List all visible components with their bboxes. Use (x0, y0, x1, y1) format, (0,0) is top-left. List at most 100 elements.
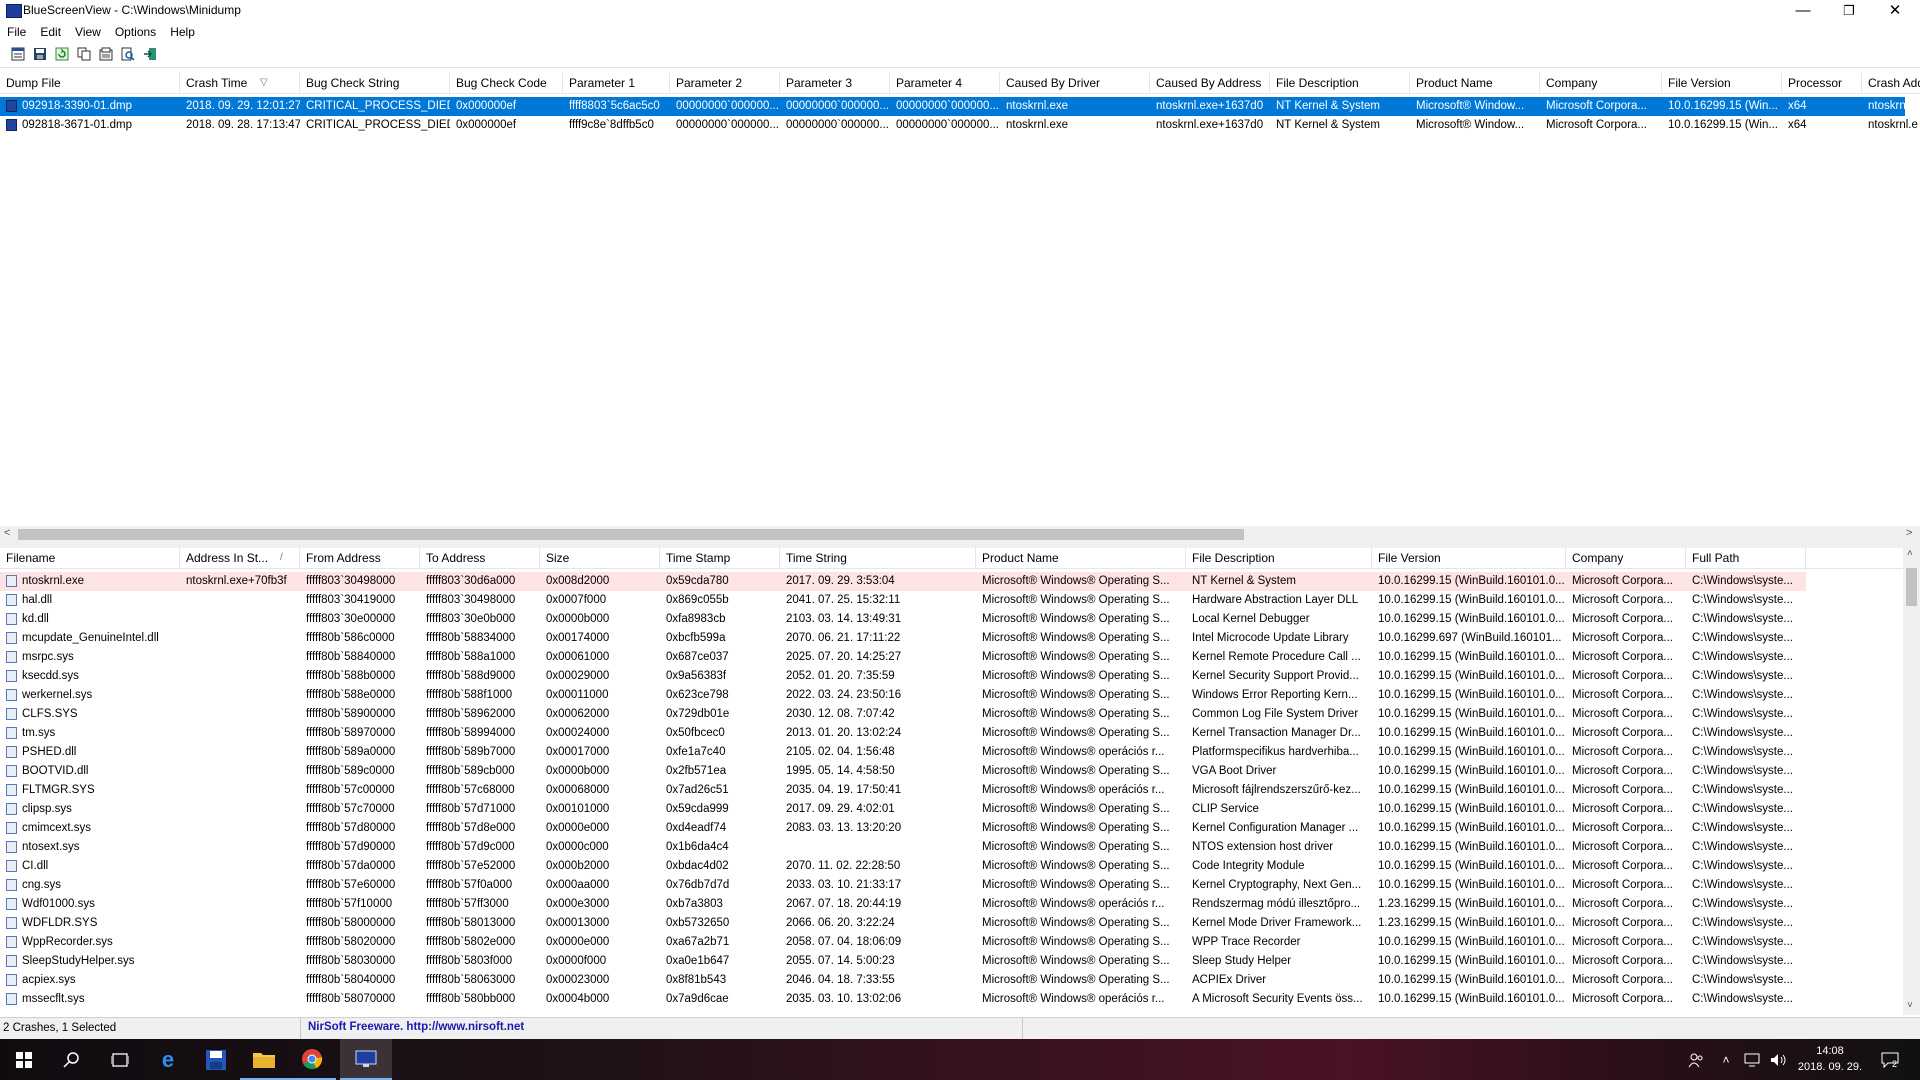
search-icon[interactable] (48, 1039, 96, 1080)
toolbar (0, 43, 1920, 68)
driver-row[interactable]: SleepStudyHelper.sys fffff80b`58030000 fff… (0, 952, 1903, 971)
col-crash-address[interactable]: Crash Add (1862, 73, 1920, 93)
product-name: Microsoft® Windows® Operating S... (982, 727, 1170, 739)
col-from-address[interactable]: From Address (300, 548, 420, 568)
col-dump-file[interactable]: Dump File (0, 73, 180, 93)
col-bug-check-code[interactable]: Bug Check Code (450, 73, 563, 93)
bug-check-code: 0x000000ef (456, 119, 517, 131)
col-product-name[interactable]: Product Name (1410, 73, 1540, 93)
menu-view[interactable]: View (68, 22, 108, 42)
col-parameter-1[interactable]: Parameter 1 (563, 73, 670, 93)
dump-row-selected[interactable]: 092918-3390-01.dmp 2018. 09. 29. 12:01:2… (0, 97, 1918, 116)
driver-row[interactable]: acpiex.sys fffff80b`58040000 fffff80b`5806… (0, 971, 1903, 990)
file-explorer-icon[interactable] (240, 1039, 288, 1080)
driver-row[interactable]: FLTMGR.SYS fffff80b`57c00000 fffff80b`57c6… (0, 781, 1903, 800)
driver-row[interactable]: PSHED.dll fffff80b`589a0000 fffff80b`589b7… (0, 743, 1903, 762)
driver-row[interactable]: werkernel.sys fffff80b`588e0000 fffff80b`5… (0, 686, 1903, 705)
col-file-version[interactable]: File Version (1372, 548, 1566, 568)
col-product-name[interactable]: Product Name (976, 548, 1186, 568)
driver-row[interactable]: WDFLDR.SYS fffff80b`58000000 fffff80b`5801… (0, 914, 1903, 933)
col-parameter-2[interactable]: Parameter 2 (670, 73, 780, 93)
file-description: Sleep Study Helper (1192, 955, 1292, 967)
driver-row[interactable]: ntosext.sys fffff80b`57d90000 fffff80b`57d… (0, 838, 1903, 857)
driver-row[interactable]: cng.sys fffff80b`57e60000 fffff80b`57f0a00… (0, 876, 1903, 895)
col-bug-check-string[interactable]: Bug Check String (300, 73, 450, 93)
col-caused-by-driver[interactable]: Caused By Driver (1000, 73, 1150, 93)
driver-row[interactable]: mcupdate_GenuineIntel.dll fffff80b`586c00… (0, 629, 1903, 648)
to-address: fffff80b`588f1000 (426, 689, 513, 701)
action-center-icon[interactable]: 2 (1870, 1039, 1910, 1080)
col-address-in-stack[interactable]: Address In St... / (180, 548, 300, 568)
driver-row[interactable]: WppRecorder.sys fffff80b`58020000 fffff80b… (0, 933, 1903, 952)
refresh-icon[interactable] (55, 47, 69, 61)
html-report-icon[interactable] (99, 47, 113, 61)
find-icon[interactable] (121, 47, 135, 61)
col-to-address[interactable]: To Address (420, 548, 540, 568)
horizontal-scroll-thumb[interactable] (18, 529, 1244, 540)
bluescreenview-icon[interactable] (340, 1039, 392, 1080)
driver-row[interactable]: CLFS.SYS fffff80b`58900000 fffff80b`589620… (0, 705, 1903, 724)
scroll-left-icon[interactable]: < (4, 527, 10, 539)
vertical-scrollbar[interactable]: ˄ ˅ (1903, 548, 1920, 1015)
col-full-path[interactable]: Full Path (1686, 548, 1806, 568)
time-stamp: 0xb5732650 (666, 917, 730, 929)
vertical-scroll-thumb[interactable] (1906, 568, 1917, 606)
people-icon[interactable] (1680, 1039, 1712, 1080)
col-filename[interactable]: Filename (0, 548, 180, 568)
col-parameter-3[interactable]: Parameter 3 (780, 73, 890, 93)
copy-icon[interactable] (77, 47, 91, 61)
minimize-button[interactable]: — (1780, 0, 1826, 22)
menu-options[interactable]: Options (108, 22, 163, 42)
scroll-up-icon[interactable]: ˄ (1907, 548, 1913, 559)
properties-icon[interactable] (11, 47, 25, 61)
col-time-string[interactable]: Time String (780, 548, 976, 568)
exit-icon[interactable] (143, 47, 157, 61)
driver-row[interactable]: clipsp.sys fffff80b`57c70000 fffff80b`57d7… (0, 800, 1903, 819)
col-company[interactable]: Company (1566, 548, 1686, 568)
start-icon[interactable] (0, 1039, 48, 1080)
scroll-down-icon[interactable]: ˅ (1907, 1000, 1913, 1011)
crash-time: 2018. 09. 29. 12:01:27 (186, 100, 300, 112)
col-time-stamp[interactable]: Time Stamp (660, 548, 780, 568)
menu-file[interactable]: File (0, 22, 33, 42)
driver-row[interactable]: hal.dll fffff803`30419000 fffff803`3049800… (0, 591, 1903, 610)
edge-icon[interactable]: e (144, 1039, 192, 1080)
driver-row[interactable]: ntoskrnl.exe ntoskrnl.exe+70fb3f fffff803`… (0, 572, 1806, 591)
close-button[interactable]: ✕ (1872, 0, 1918, 22)
col-crash-time[interactable]: Crash Time ▽ (180, 73, 300, 93)
col-company[interactable]: Company (1540, 73, 1662, 93)
col-parameter-4[interactable]: Parameter 4 (890, 73, 1000, 93)
driver-row[interactable]: tm.sys fffff80b`58970000 fffff80b`58994000… (0, 724, 1903, 743)
driver-row[interactable]: BOOTVID.dll fffff80b`589c0000 fffff80b`589… (0, 762, 1903, 781)
volume-icon[interactable] (1766, 1039, 1790, 1080)
clock[interactable]: 14:08 2018. 09. 29. (1794, 1043, 1866, 1075)
menu-edit[interactable]: Edit (33, 22, 68, 42)
maximize-button[interactable]: ❐ (1826, 0, 1872, 22)
col-file-description[interactable]: File Description (1186, 548, 1372, 568)
size: 0x000e3000 (546, 898, 610, 910)
driver-row[interactable]: kd.dll fffff803`30e00000 fffff803`30e0b000… (0, 610, 1903, 629)
nirsoft-link[interactable]: NirSoft Freeware. http://www.nirsoft.net (308, 1021, 524, 1033)
dump-row[interactable]: 092818-3671-01.dmp 2018. 09. 28. 17:13:4… (0, 116, 1918, 135)
save-icon[interactable] (33, 47, 47, 61)
task-view-icon[interactable] (96, 1039, 144, 1080)
driver-row[interactable]: mssecflt.sys fffff80b`58070000 fffff80b`58… (0, 990, 1903, 1009)
col-file-version[interactable]: File Version (1662, 73, 1782, 93)
chrome-icon[interactable] (288, 1039, 336, 1080)
col-size[interactable]: Size (540, 548, 660, 568)
driver-row[interactable]: CI.dll fffff80b`57da0000 fffff80b`57e52000… (0, 857, 1903, 876)
driver-row[interactable]: msrpc.sys fffff80b`58840000 fffff80b`588a1… (0, 648, 1903, 667)
col-caused-by-address[interactable]: Caused By Address (1150, 73, 1270, 93)
chevron-up-icon[interactable]: ˄ (1714, 1039, 1738, 1080)
col-file-description[interactable]: File Description (1270, 73, 1410, 93)
driver-row[interactable]: cmimcext.sys fffff80b`57d80000 fffff80b`57… (0, 819, 1903, 838)
floppy-icon[interactable] (192, 1039, 240, 1080)
network-icon[interactable] (1740, 1039, 1764, 1080)
scroll-right-icon[interactable]: > (1906, 527, 1912, 539)
horizontal-scrollbar[interactable]: < > (0, 526, 1920, 543)
col-processor[interactable]: Processor (1782, 73, 1862, 93)
driver-row[interactable]: Wdf01000.sys fffff80b`57f10000 fffff80b`57… (0, 895, 1903, 914)
filename: FLTMGR.SYS (22, 784, 95, 796)
menu-help[interactable]: Help (163, 22, 202, 42)
driver-row[interactable]: ksecdd.sys fffff80b`588b0000 fffff80b`588d… (0, 667, 1903, 686)
